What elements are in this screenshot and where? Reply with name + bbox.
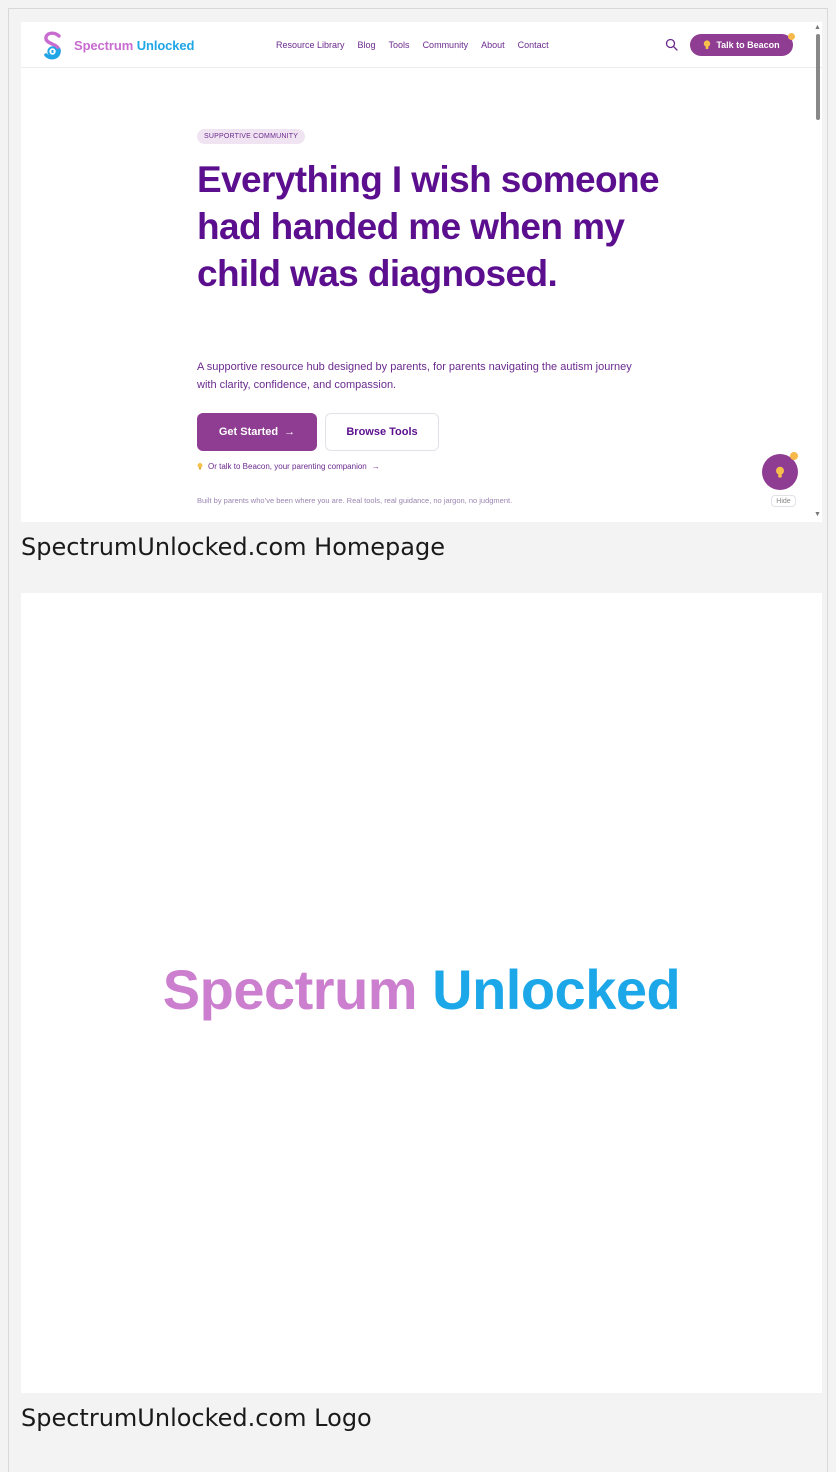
nav-tools[interactable]: Tools xyxy=(389,40,410,50)
arrow-right-icon: → xyxy=(284,426,296,438)
large-logo-wordmark: Spectrum Unlocked xyxy=(21,957,822,1022)
scrollbar-thumb[interactable] xyxy=(816,34,820,120)
talk-to-beacon-link[interactable]: Or talk to Beacon, your parenting compan… xyxy=(197,462,380,471)
talk-to-beacon-label: Talk to Beacon xyxy=(716,40,780,50)
top-navbar: Spectrum Unlocked Resource Library Blog … xyxy=(21,22,822,68)
homepage-caption: SpectrumUnlocked.com Homepage xyxy=(21,533,445,561)
arrow-right-icon: → xyxy=(371,462,380,471)
nav-resource-library[interactable]: Resource Library xyxy=(276,40,345,50)
browse-tools-button[interactable]: Browse Tools xyxy=(325,413,439,451)
hero-footnote: Built by parents who’ve been where you a… xyxy=(197,496,513,505)
lightbulb-icon xyxy=(704,40,711,49)
main-nav: Resource Library Blog Tools Community Ab… xyxy=(276,40,549,50)
notification-dot xyxy=(790,452,798,460)
lightbulb-icon xyxy=(197,463,203,470)
hide-button[interactable]: Hide xyxy=(771,495,796,507)
nav-about[interactable]: About xyxy=(481,40,505,50)
talk-to-beacon-button[interactable]: Talk to Beacon xyxy=(690,34,793,56)
scroll-down-arrow-icon[interactable]: ▼ xyxy=(814,511,821,518)
logo-text-unlocked: Unlocked xyxy=(136,38,195,53)
hero-subheadline: A supportive resource hub designed by pa… xyxy=(197,361,632,391)
homepage-screenshot: Spectrum Unlocked Resource Library Blog … xyxy=(21,22,822,522)
hero-headline: Everything I wish someone had handed me … xyxy=(197,159,660,294)
nav-blog[interactable]: Blog xyxy=(358,40,376,50)
nav-community[interactable]: Community xyxy=(423,40,469,50)
scroll-up-arrow-icon[interactable]: ▲ xyxy=(814,24,821,31)
get-started-button[interactable]: Get Started → xyxy=(197,413,317,451)
logo-word-spectrum: Spectrum xyxy=(162,958,418,1021)
logo-caption: SpectrumUnlocked.com Logo xyxy=(21,1404,372,1432)
site-logo[interactable]: Spectrum Unlocked xyxy=(74,38,195,53)
search-icon[interactable] xyxy=(665,38,678,51)
get-started-label: Get Started xyxy=(218,426,279,438)
notification-dot xyxy=(788,33,795,40)
talk-link-label: Or talk to Beacon, your parenting compan… xyxy=(208,462,367,471)
logo-word-unlocked: Unlocked xyxy=(432,958,681,1021)
supportive-community-badge: SUPPORTIVE COMMUNITY xyxy=(197,129,306,144)
logo-text-spectrum: Spectrum xyxy=(74,38,134,53)
nav-contact[interactable]: Contact xyxy=(518,40,549,50)
lightbulb-icon xyxy=(776,466,784,477)
logo-panel: Spectrum Unlocked xyxy=(21,593,822,1393)
spectrum-logo-icon[interactable] xyxy=(38,30,68,62)
